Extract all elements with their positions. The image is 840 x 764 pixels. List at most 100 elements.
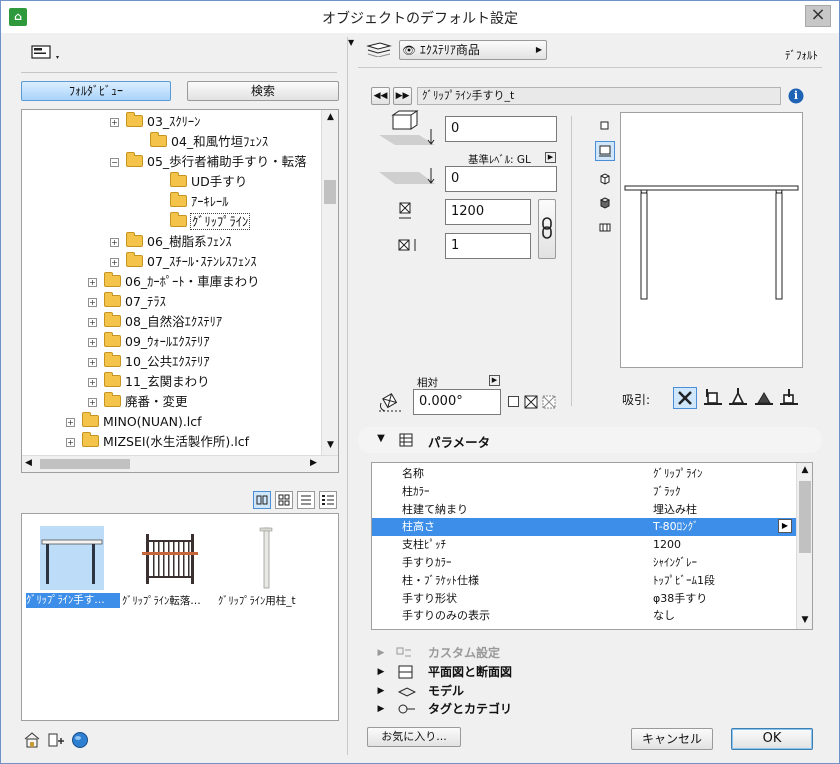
prev-object-button[interactable]: ◀◀ [371,87,390,105]
depth-input[interactable]: 1 [445,233,531,259]
layer-icon [364,41,392,58]
pane-splitter[interactable] [347,37,348,755]
scroll-down-arrow[interactable]: ▼ [797,615,812,625]
expand-plus-icon[interactable]: + [88,298,97,307]
section-plan-and-section[interactable]: ▶ 平面図と断面図 [358,663,822,681]
tree-hscrollbar[interactable]: ◀ ▶ [22,455,338,472]
tab-folder-view[interactable]: ﾌｫﾙﾀﾞﾋﾞｭｰ [21,81,171,101]
tree-item[interactable]: +11_玄関まわり [88,372,210,392]
scroll-right-arrow[interactable]: ▶ [310,458,317,468]
param-row[interactable]: 手すり形状 φ38手すり [372,590,796,608]
tree-item[interactable]: +10_公共ｴｸｽﾃﾘｱ [88,352,210,372]
expand-plus-icon[interactable]: + [88,378,97,387]
tab-search[interactable]: 検索 [187,81,339,101]
expand-plus-icon[interactable]: + [110,258,119,267]
tree-item[interactable]: − 05_歩行者補助手すり・転落 [110,152,307,172]
section-custom-settings[interactable]: ▶ カスタム設定 [358,644,822,662]
tree-item[interactable]: +09_ｳｫｰﾙｴｸｽﾃﾘｱ [88,332,210,352]
expand-plus-icon[interactable]: + [88,358,97,367]
top-offset-input[interactable]: 0 [445,116,557,142]
angle-mode-dropdown[interactable]: ▶ [489,375,500,386]
scroll-up-arrow[interactable]: ▲ [797,465,812,475]
link-proportions-button[interactable] [538,199,556,259]
list-view-button[interactable] [297,491,315,509]
tree-item[interactable]: + MIZSEI(水生活製作所).lcf [66,432,249,452]
add-library-button[interactable] [47,731,65,749]
param-dropdown-arrow-icon[interactable]: ▶ [778,519,792,534]
tree-item[interactable]: +08_自然浴ｴｸｽﾃﾘｱ [88,312,222,332]
expand-plus-icon[interactable]: + [66,418,75,427]
large-icons-view-button[interactable] [253,491,271,509]
collapse-toggle-arrow[interactable]: ▼ [348,38,354,47]
expand-plus-icon[interactable]: + [110,118,119,127]
scroll-down-arrow[interactable]: ▼ [322,440,338,450]
side-preview-button[interactable] [595,141,615,161]
detail-view-button[interactable] [319,491,337,509]
scroll-thumb[interactable] [324,180,336,204]
expand-plus-icon[interactable]: + [88,338,97,347]
params-scrollbar[interactable]: ▲ ▼ [796,463,812,629]
scroll-thumb[interactable] [799,481,811,553]
width-input[interactable]: 1200 [445,199,531,225]
tree-item[interactable]: +07_ﾃﾗｽ [88,292,166,312]
thumbnail-item[interactable]: ｸﾞﾘｯﾌﾟﾗｲﾝ転落… [122,526,218,610]
hscroll-thumb[interactable] [40,459,130,469]
param-row[interactable]: 支柱ﾋﾟｯﾁ 1200 [372,536,796,554]
param-row[interactable]: 柱建て納まり 埋込み柱 [372,501,796,519]
cancel-button[interactable]: キャンセル [631,728,713,750]
scroll-left-arrow[interactable]: ◀ [25,458,32,468]
axo-preview-button[interactable] [597,171,613,187]
param-row[interactable]: 名称 ｸﾞﾘｯﾌﾟﾗｲﾝ [372,465,796,483]
section-model[interactable]: ▶ モデル [358,682,822,700]
tree-item[interactable]: ｱｰｷﾚｰﾙ [152,192,229,212]
tree-item[interactable]: + 廃番・変更 [88,392,188,412]
expand-plus-icon[interactable]: + [88,278,97,287]
bimcomponents-button[interactable] [71,731,89,749]
layer-dropdown[interactable]: 👁 ｴｸｽﾃﾘｱ商品 ▶ [399,40,547,60]
tree-item[interactable]: +06_ｶｰﾎﾟｰﾄ・車庫まわり [88,272,260,292]
angle-input[interactable]: 0.000° [413,389,501,415]
scroll-up-arrow[interactable]: ▲ [322,112,338,122]
expand-plus-icon[interactable]: + [110,238,119,247]
favorites-button[interactable]: お気に入り... [367,727,461,747]
param-row[interactable]: 手すりのみの表示 なし [372,607,796,625]
tree-item[interactable]: UD手すり [152,172,247,192]
expand-plus-icon[interactable]: + [88,398,97,407]
tree-item[interactable]: +06_樹脂系ﾌｪﾝｽ [110,232,232,252]
object-name: ｸﾞﾘｯﾌﾟﾗｲﾝ手すり_t [422,89,515,102]
reference-level-dropdown[interactable]: ▶ [545,152,556,163]
snap-none-button[interactable] [673,387,697,409]
library-manager-button[interactable] [23,731,41,749]
tree-item[interactable]: +03_ｽｸﾘｰﾝ [110,112,200,132]
params-section-header[interactable]: ▼ パラメータ [358,427,822,453]
info-button[interactable]: i [787,87,805,105]
thumbnail-item[interactable]: ｸﾞﾘｯﾌﾟﾗｲﾝ手す… [26,526,120,610]
tree-item-label: 10_公共ｴｸｽﾃﾘｱ [125,354,210,369]
collapse-minus-icon[interactable]: − [110,158,119,167]
tree-item[interactable]: ｸﾞﾘｯﾌﾟﾗｲﾝ [152,212,251,232]
next-object-button[interactable]: ▶▶ [393,87,412,105]
section-tags-and-categories[interactable]: ▶ タグとカテゴリ [358,700,822,718]
detail-list-icon [322,495,334,505]
param-row[interactable]: 柱・ﾌﾞﾗｹｯﾄ仕様 ﾄｯﾌﾟﾋﾞｰﾑ1段 [372,572,796,590]
mirror-checkbox[interactable] [508,396,519,407]
small-icons-view-button[interactable] [275,491,293,509]
param-row[interactable]: 手すりｶﾗｰ ｼｬｲﾝｸﾞﾚｰ [372,554,796,572]
tree-item[interactable]: 04_和風竹垣ﾌｪﾝｽ [132,132,268,152]
param-row[interactable]: 柱高さ T-80ﾛﾝｸﾞ ▶ [372,518,796,537]
bottom-offset-input[interactable]: 0 [445,166,557,192]
thumbnail-item[interactable]: ｸﾞﾘｯﾌﾟﾗｲﾝ用柱_t [218,526,314,610]
tree-item[interactable]: + MINO(NUAN).lcf [66,412,202,432]
elevation-preview-button[interactable] [597,219,613,235]
expand-plus-icon[interactable]: + [66,438,75,447]
close-button[interactable]: × [805,5,831,27]
expand-plus-icon[interactable]: + [88,318,97,327]
library-menu-icon[interactable] [31,45,61,61]
plan-preview-button[interactable] [597,117,613,133]
snap-left-icon [704,389,722,405]
tree-scrollbar[interactable]: ▲ ▼ [321,110,338,455]
param-row[interactable]: 柱ｶﾗｰ ﾌﾞﾗｯｸ [372,483,796,501]
tree-item[interactable]: +07_ｽﾁｰﾙ･ｽﾃﾝﾚｽﾌｪﾝｽ [110,252,257,272]
shaded-preview-button[interactable] [597,195,613,211]
ok-button[interactable]: OK [731,728,813,750]
